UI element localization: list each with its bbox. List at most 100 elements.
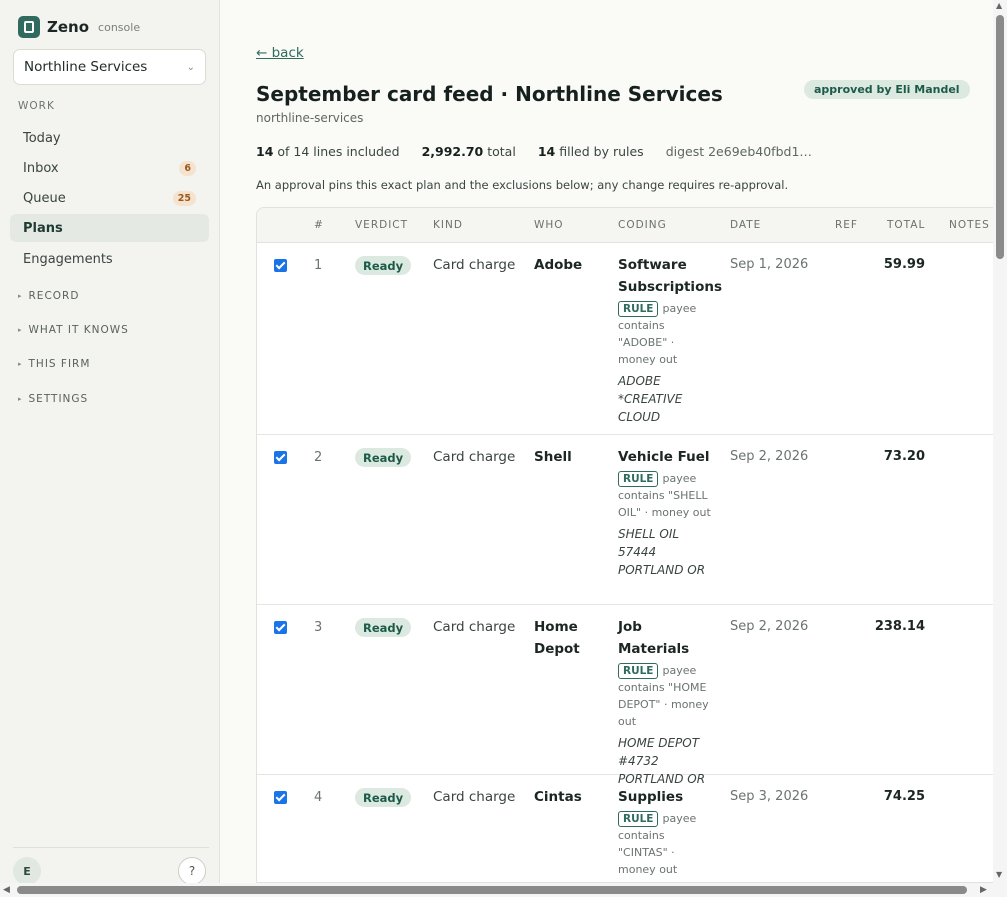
section-label-work: WORK [18,100,55,112]
coding-category: Supplies [618,789,684,805]
inbox-count-badge: 6 [179,160,196,176]
row-kind: Card charge [433,789,516,805]
sidebar-item-label: Inbox [23,160,59,176]
queue-count-badge: 25 [172,190,196,206]
row-number: 2 [314,450,323,465]
coding-category: Job Materials [618,619,690,657]
vertical-scroll-thumb[interactable] [996,15,1004,259]
col-total[interactable]: TOTAL [887,219,925,231]
col-verdict[interactable]: VERDICT [355,219,408,231]
row-date: Sep 1, 2026 [730,257,809,272]
table-row: 3 Ready Card charge Home Depot Job Mater… [257,605,993,786]
approval-badge: approved by Eli Mandel [804,80,970,99]
logo-icon [18,16,40,38]
rule-tag[interactable]: RULE [618,811,659,827]
coding-category: Vehicle Fuel [618,449,710,465]
verdict-badge: Ready [355,448,412,467]
include-checkbox[interactable] [274,451,287,464]
vertical-scrollbar[interactable]: ▲ ▼ [993,0,1007,883]
row-who: Adobe [534,257,583,273]
sidebar-item-queue[interactable]: Queue 25 [10,184,209,212]
sidebar-item-plans[interactable]: Plans [10,214,209,242]
approval-note: An approval pins this exact plan and the… [256,178,789,192]
brand[interactable]: Zeno console [18,16,140,38]
total-stat: 2,992.70 total [421,144,516,159]
row-date: Sep 3, 2026 [730,789,809,804]
row-date: Sep 2, 2026 [730,449,809,464]
rule-tag[interactable]: RULE [618,663,659,679]
coding-category: Software Subscriptions [618,257,722,295]
row-number: 4 [314,790,323,805]
sidebar-group-label: RECORD [28,290,80,302]
row-number: 1 [314,258,323,273]
verdict-badge: Ready [355,256,412,275]
page-title: September card feed · Northline Services [256,82,723,106]
org-select[interactable]: Northline Services ⌄ [13,49,206,85]
horizontal-scroll-thumb[interactable] [17,886,967,894]
sidebar-group-label: THIS FIRM [28,358,91,370]
chevron-down-icon: ⌄ [186,61,195,73]
scroll-up-icon[interactable]: ▲ [996,1,1002,10]
sidebar: Zeno console Northline Services ⌄ WORK T… [0,0,220,885]
back-link[interactable]: ← back [256,45,304,61]
row-who: Cintas [534,789,582,805]
coding-rule: RULE payee contains "HOME DEPOT" · money … [618,662,713,730]
caret-right-icon: ▸ [18,360,23,368]
scroll-right-icon[interactable]: ▶ [980,885,987,895]
coding-rule: RULE payee contains "CINTAS" · money out [618,810,713,878]
scroll-down-icon[interactable]: ▼ [996,870,1002,879]
row-who: Shell [534,449,572,465]
col-coding[interactable]: CODING [618,219,667,231]
bank-description: ADOBE *CREATIVE CLOUD [618,374,683,424]
table-row: 2 Ready Card charge Shell Vehicle Fuel R… [257,435,993,605]
row-coding: Software Subscriptions RULE payee contain… [618,254,722,426]
caret-right-icon: ▸ [18,292,23,300]
sidebar-group-settings[interactable]: ▸ SETTINGS [18,393,88,405]
rules-stat: 14 filled by rules [537,144,644,159]
sidebar-group-label: WHAT IT KNOWS [28,324,129,336]
sidebar-group-record[interactable]: ▸ RECORD [18,290,79,302]
include-checkbox[interactable] [274,621,287,634]
row-date: Sep 2, 2026 [730,619,809,634]
sidebar-item-engagements[interactable]: Engagements [10,245,209,273]
include-checkbox[interactable] [274,791,287,804]
sidebar-group-what-it-knows[interactable]: ▸ WHAT IT KNOWS [18,324,129,336]
sidebar-group-this-firm[interactable]: ▸ THIS FIRM [18,358,90,370]
row-number: 3 [314,620,323,635]
row-kind: Card charge [433,619,516,635]
avatar[interactable]: E [13,857,41,885]
col-notes[interactable]: NOTES [949,219,990,231]
plan-table: # VERDICT KIND WHO CODING DATE REF TOTAL… [256,207,993,883]
table-row: 1 Ready Card charge Adobe Software Subsc… [257,243,993,435]
include-checkbox[interactable] [274,259,287,272]
rule-tag[interactable]: RULE [618,471,659,487]
col-ref[interactable]: REF [835,219,858,231]
sidebar-item-inbox[interactable]: Inbox 6 [10,154,209,182]
table-row: 4 Ready Card charge Cintas Supplies RULE… [257,775,993,882]
col-kind[interactable]: KIND [433,219,463,231]
col-date[interactable]: DATE [730,219,761,231]
col-num[interactable]: # [314,219,324,231]
row-total: 238.14 [874,619,925,634]
row-coding: Vehicle Fuel RULE payee contains "SHELL O… [618,446,713,579]
row-total: 73.20 [883,449,925,464]
sidebar-footer: E ? [13,847,209,885]
col-who[interactable]: WHO [534,219,564,231]
brand-subtitle: console [98,20,141,34]
row-total: 59.99 [883,257,925,272]
row-kind: Card charge [433,449,516,465]
horizontal-scrollbar[interactable]: ◀ ▶ [0,883,1007,897]
help-button[interactable]: ? [178,857,206,885]
sidebar-item-label: Queue [23,190,66,206]
sidebar-item-label: Today [23,130,61,146]
caret-right-icon: ▸ [18,395,23,403]
verdict-badge: Ready [355,618,412,637]
row-coding: Supplies RULE payee contains "CINTAS" · m… [618,786,713,878]
plan-stats: 14 of 14 lines included 2,992.70 total 1… [256,144,812,159]
caret-right-icon: ▸ [18,326,23,334]
sidebar-item-today[interactable]: Today [10,124,209,152]
org-slug: northline-services [256,111,364,125]
scroll-left-icon[interactable]: ◀ [3,885,10,895]
brand-name: Zeno [47,18,90,36]
rule-tag[interactable]: RULE [618,301,659,317]
